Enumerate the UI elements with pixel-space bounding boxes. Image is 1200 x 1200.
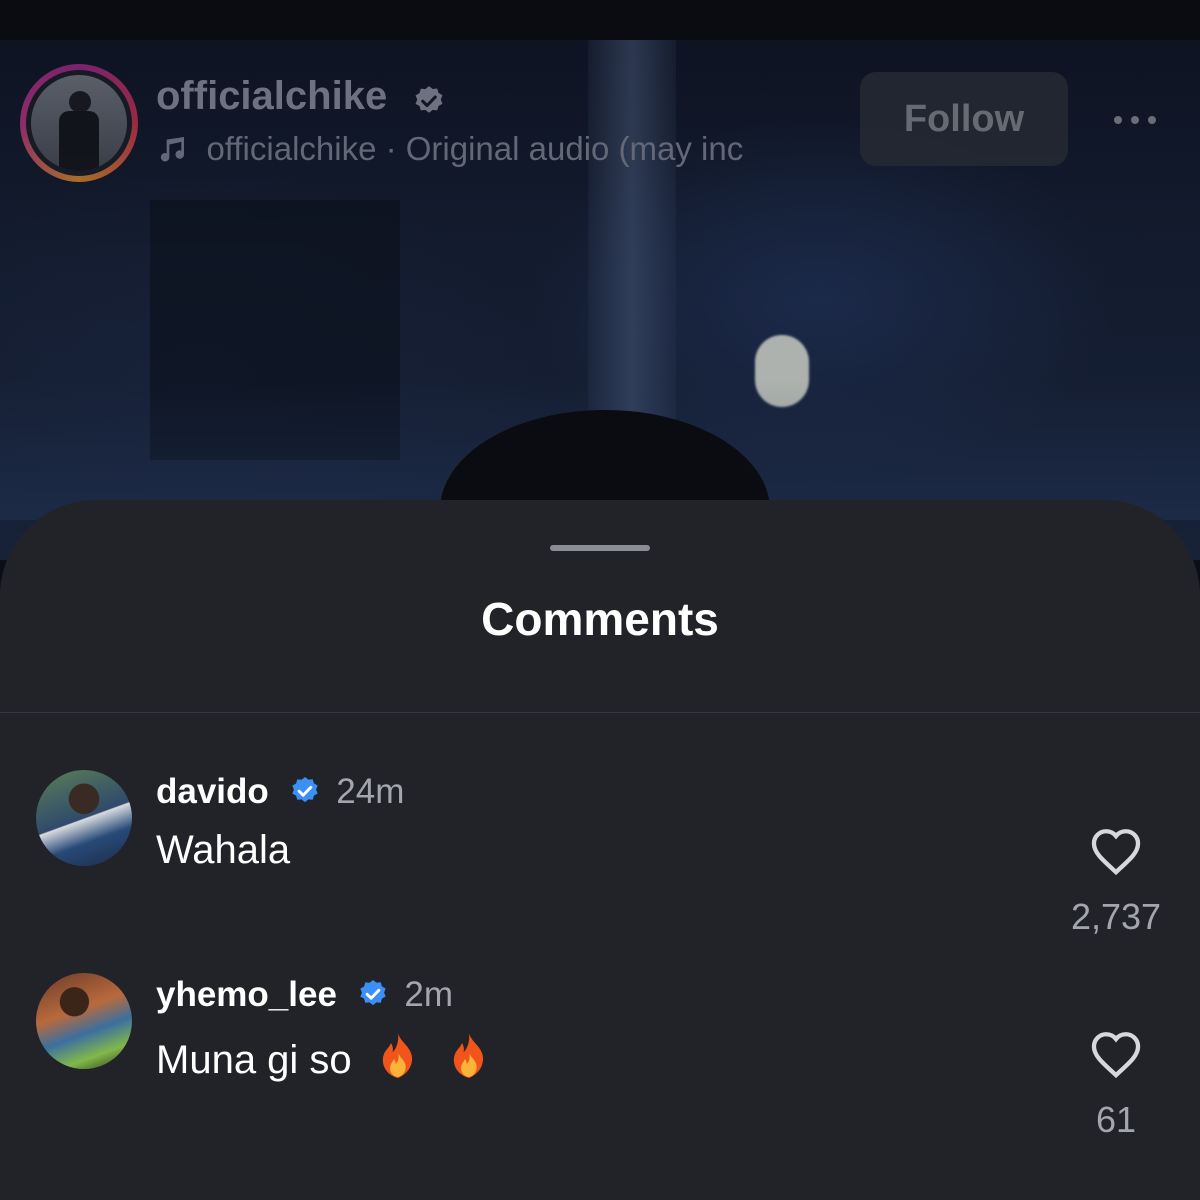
commenter-avatar[interactable] [36, 973, 132, 1069]
fire-emoji-icon [453, 1033, 483, 1078]
heart-icon[interactable] [1088, 826, 1144, 876]
comment-timestamp: 24m [336, 772, 405, 811]
comments-sheet: Comments 210 davido 24m Wahala 2,737 yhe… [0, 500, 1200, 1200]
profile-avatar[interactable] [20, 64, 138, 182]
sheet-drag-handle[interactable] [550, 545, 650, 551]
commenter-username[interactable]: yhemo_lee [156, 975, 337, 1014]
verified-badge-icon [415, 86, 443, 113]
sheet-divider [0, 712, 1200, 713]
comment-timestamp: 2m [404, 975, 454, 1014]
verified-badge-icon [291, 777, 318, 803]
comment-text: Wahala [156, 828, 291, 872]
comments-title: Comments [481, 593, 719, 645]
audio-label: officialchike · Original audio (may inc [206, 130, 744, 167]
follow-button[interactable]: Follow [860, 72, 1068, 166]
reel-header: officialchike officialchike · Original a… [0, 60, 1200, 190]
more-options-icon[interactable] [1100, 100, 1170, 140]
comment-item: yhemo_lee 2m Muna gi so 61 [0, 973, 1200, 1173]
comment-like-count: 61 [1095, 1099, 1137, 1140]
profile-username[interactable]: officialchike [156, 74, 387, 119]
profile-avatar-photo [31, 75, 127, 171]
audio-link[interactable]: officialchike · Original audio (may inc [156, 130, 828, 170]
commenter-avatar[interactable] [36, 770, 132, 866]
comment-like-count: 2,737 [1070, 896, 1162, 937]
comment-text: Muna gi so [156, 1031, 494, 1083]
status-bar [0, 0, 1200, 40]
fire-emoji-icon [382, 1033, 412, 1078]
heart-icon[interactable] [1088, 1029, 1144, 1079]
cutoff-like-count: 210 [1060, 690, 1172, 720]
commenter-username[interactable]: davido [156, 772, 269, 811]
comment-item: davido 24m Wahala 2,737 [0, 770, 1200, 970]
music-note-icon [160, 137, 185, 162]
verified-badge-icon [360, 980, 386, 1006]
